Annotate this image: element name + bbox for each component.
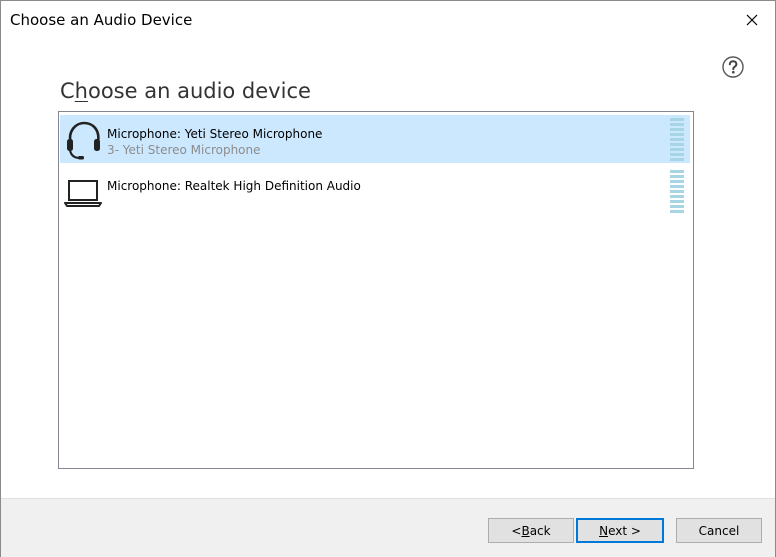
device-item-realtek[interactable]: Microphone: Realtek High Definition Audi… — [60, 167, 690, 215]
level-meter — [670, 118, 684, 161]
window-title: Choose an Audio Device — [10, 11, 193, 29]
device-name: Microphone: Realtek High Definition Audi… — [107, 179, 361, 193]
back-button[interactable]: < Back — [488, 518, 574, 543]
cancel-button[interactable]: Cancel — [676, 518, 762, 543]
audio-device-dialog: Choose an Audio Device Choose an audio d… — [0, 0, 776, 557]
next-button[interactable]: Next > — [576, 518, 664, 543]
device-name: Microphone: Yeti Stereo Microphone — [107, 127, 323, 141]
button-bar: < Back Next > Cancel — [1, 498, 775, 557]
title-bar: Choose an Audio Device — [1, 1, 775, 39]
close-icon — [746, 14, 758, 26]
headset-icon — [67, 121, 100, 160]
close-button[interactable] — [729, 1, 775, 39]
device-subtitle: 3- Yeti Stereo Microphone — [107, 143, 261, 157]
page-heading: Choose an audio device — [60, 79, 311, 103]
help-button[interactable] — [722, 56, 744, 78]
help-icon — [722, 56, 744, 78]
device-list[interactable]: Microphone: Yeti Stereo Microphone 3- Ye… — [58, 111, 694, 469]
laptop-icon — [64, 180, 102, 207]
level-meter — [670, 170, 684, 213]
device-item-yeti[interactable]: Microphone: Yeti Stereo Microphone 3- Ye… — [60, 115, 690, 163]
